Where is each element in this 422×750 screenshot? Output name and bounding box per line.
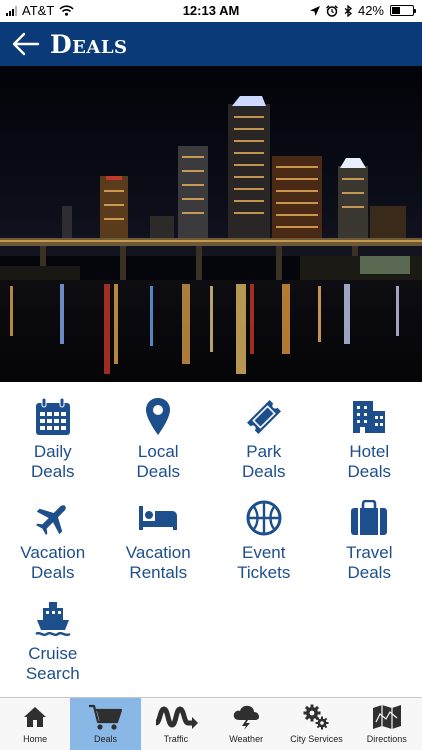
category-vacation-deals[interactable]: Vacation Deals <box>0 495 106 596</box>
airplane-icon <box>35 505 66 535</box>
suitcase-icon <box>351 500 388 535</box>
category-hotel-deals[interactable]: Hotel Deals <box>317 394 422 495</box>
category-local-deals[interactable]: Local Deals <box>106 394 212 495</box>
tab-label: Directions <box>366 734 407 744</box>
category-daily-deals[interactable]: Daily Deals <box>0 394 106 495</box>
cart-icon <box>89 704 123 730</box>
bottom-tab-bar: Home Deals Traffic Weather City Services… <box>0 697 422 750</box>
alarm-icon <box>326 4 338 17</box>
category-event-tickets[interactable]: Event Tickets <box>211 495 317 596</box>
category-label: Vacation Rentals <box>125 543 191 582</box>
header-bar: Deals <box>0 22 422 66</box>
bed-icon <box>139 506 178 530</box>
city-skyline-illustration <box>0 66 422 382</box>
tab-traffic[interactable]: Traffic <box>141 698 211 750</box>
tab-label: City Services <box>290 734 343 744</box>
road-icon <box>154 706 198 729</box>
calendar-icon <box>35 397 70 435</box>
map-icon <box>372 705 401 729</box>
battery-percent: 42% <box>357 3 384 18</box>
category-label: Park Deals <box>242 442 286 481</box>
category-label: Event Tickets <box>237 543 291 582</box>
status-bar: AT&T 12:13 AM 42% <box>0 0 422 22</box>
bluetooth-icon <box>344 4 352 17</box>
category-park-deals[interactable]: Park Deals <box>211 394 317 495</box>
storm-cloud-icon <box>233 705 260 730</box>
cruise-ship-icon <box>35 602 71 637</box>
gears-icon <box>303 704 329 730</box>
basketball-icon <box>246 500 282 536</box>
back-button[interactable] <box>4 22 48 66</box>
tab-weather[interactable]: Weather <box>211 698 281 750</box>
page-title: Deals <box>50 29 128 59</box>
ticket-icon <box>246 400 281 434</box>
tab-deals[interactable]: Deals <box>70 698 141 750</box>
category-vacation-rentals[interactable]: Vacation Rentals <box>106 495 212 596</box>
category-label: Daily Deals <box>31 442 75 481</box>
hero-image <box>0 66 422 382</box>
map-pin-icon <box>146 398 171 435</box>
tab-home[interactable]: Home <box>0 698 70 750</box>
deals-category-grid: Daily Deals Local Deals Park Deals Hotel… <box>0 394 422 697</box>
status-right: 42% <box>309 3 416 18</box>
tab-directions[interactable]: Directions <box>352 698 422 750</box>
category-label: Travel Deals <box>345 543 393 582</box>
category-label: Vacation Deals <box>20 543 86 582</box>
tab-label: Weather <box>229 734 264 744</box>
category-cruise-search[interactable]: Cruise Search <box>0 596 106 697</box>
category-label: Hotel Deals <box>347 442 391 481</box>
battery-icon <box>390 5 416 16</box>
category-travel-deals[interactable]: Travel Deals <box>317 495 422 596</box>
tab-city-services[interactable]: City Services <box>281 698 351 750</box>
hotel-building-icon <box>353 401 386 433</box>
tab-label: Traffic <box>163 734 189 744</box>
location-icon <box>309 5 320 16</box>
tab-label: Home <box>23 734 48 744</box>
home-icon <box>24 707 47 727</box>
tab-label: Deals <box>93 734 117 744</box>
category-label: Cruise Search <box>25 644 80 683</box>
category-label: Local Deals <box>136 442 180 481</box>
back-arrow-icon <box>12 32 40 56</box>
